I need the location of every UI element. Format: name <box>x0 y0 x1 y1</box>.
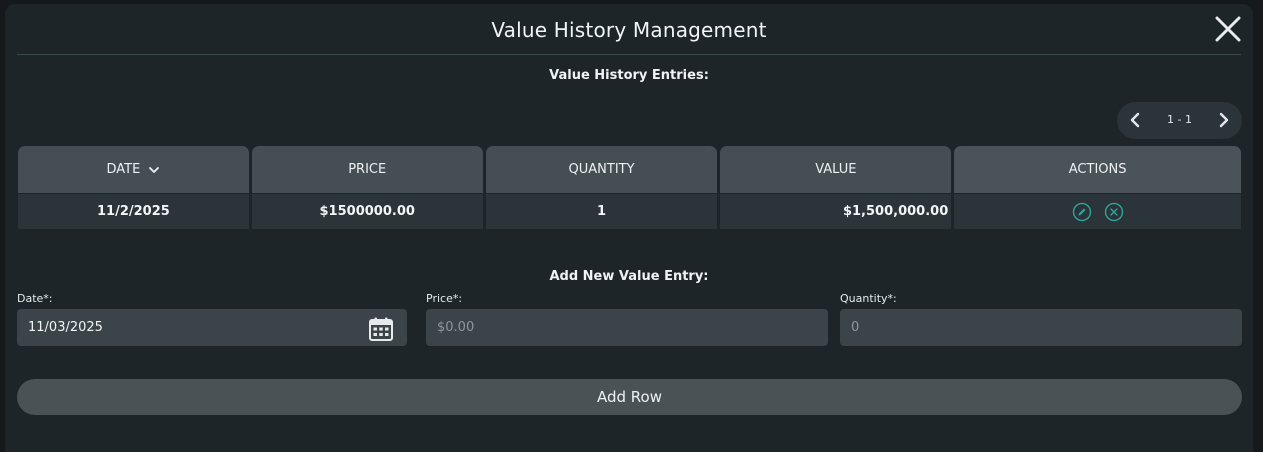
date-field-value: 11/03/2025 <box>28 320 103 335</box>
modal-title: Value History Management <box>491 18 767 42</box>
add-row-button[interactable]: Add Row <box>17 379 1242 415</box>
calendar-icon[interactable] <box>368 316 394 342</box>
date-field-label: Date*: <box>17 292 53 305</box>
chevron-right-icon[interactable] <box>1214 110 1234 130</box>
date-field[interactable]: 11/03/2025 <box>17 309 407 346</box>
delete-icon[interactable] <box>1104 202 1124 222</box>
cell-quantity: 1 <box>485 194 718 229</box>
column-header-value[interactable]: VALUE <box>720 146 952 193</box>
price-field-label: Price*: <box>426 292 463 305</box>
quantity-placeholder: 0 <box>851 320 860 335</box>
table-header-row: DATE PRICE QUANTITY VALUE ACTIONS <box>18 146 1242 193</box>
cell-price: $1500000.00 <box>251 194 483 229</box>
cell-value: $1,500,000.00 <box>720 194 952 229</box>
title-divider <box>17 54 1241 55</box>
column-header-quantity[interactable]: QUANTITY <box>485 146 718 193</box>
entries-section-label: Value History Entries: <box>549 68 709 83</box>
column-header-label: DATE <box>106 162 141 177</box>
add-entry-section-label: Add New Value Entry: <box>549 269 709 284</box>
column-header-date[interactable]: DATE <box>18 146 249 193</box>
column-header-actions: ACTIONS <box>954 146 1242 193</box>
value-history-table: DATE PRICE QUANTITY VALUE ACTIONS 11/2/2… <box>18 146 1242 229</box>
table-row: 11/2/2025 $1500000.00 1 $1,500,000.00 <box>18 193 1242 229</box>
close-icon[interactable] <box>1213 14 1243 44</box>
cell-date: 11/2/2025 <box>18 194 249 229</box>
price-input[interactable]: $0.00 <box>426 309 828 346</box>
quantity-field-label: Quantity*: <box>840 292 897 305</box>
chevron-down-icon <box>148 164 160 176</box>
pagination: 1 - 1 <box>1117 102 1242 139</box>
cell-actions <box>954 194 1242 229</box>
edit-icon[interactable] <box>1072 202 1092 222</box>
quantity-input[interactable]: 0 <box>840 309 1242 346</box>
column-header-price[interactable]: PRICE <box>251 146 483 193</box>
value-history-modal: Value History Management Value History E… <box>5 4 1253 452</box>
price-placeholder: $0.00 <box>437 320 475 335</box>
